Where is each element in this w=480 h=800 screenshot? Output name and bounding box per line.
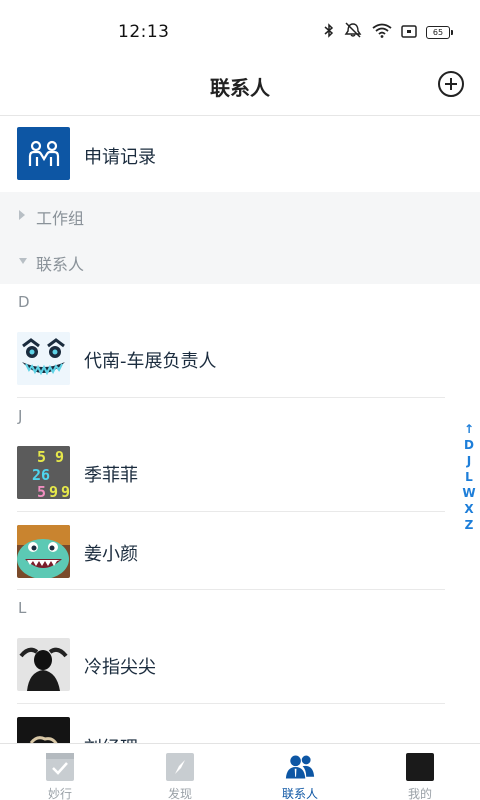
group-label: 联系人 <box>36 255 85 274</box>
contact-name: 季菲菲 <box>84 465 138 486</box>
triangle-down-icon <box>19 258 27 264</box>
status-icons: 65 <box>324 22 453 42</box>
contact-name: 代南-车展负责人 <box>84 351 217 372</box>
tab-label: 我的 <box>407 787 432 800</box>
tab-discover[interactable]: 发现 <box>120 744 240 800</box>
status-time: 12:13 <box>118 22 170 42</box>
avatar-glyph: 5 <box>37 483 46 499</box>
index-letter-z[interactable]: Z <box>465 517 474 533</box>
wifi-icon <box>372 23 392 42</box>
apply-record-item[interactable]: 申请记录 <box>0 118 480 192</box>
contact-item[interactable]: 代南-车展负责人 <box>0 318 445 398</box>
avatar-glyph: 9 <box>61 483 70 499</box>
tab-label: 妙行 <box>47 787 72 800</box>
avatar-glyph: 9 <box>49 483 58 499</box>
avatar-glyph: 5 <box>37 448 46 466</box>
header: 联系人 <box>0 62 480 116</box>
index-letter-d[interactable]: D <box>464 437 474 453</box>
avatar <box>17 638 70 691</box>
bluetooth-icon <box>324 22 334 42</box>
tab-miaoxing[interactable]: 妙行 <box>0 744 120 800</box>
contact-name: 冷指尖尖 <box>84 657 156 678</box>
avatar-glyph: 9 <box>55 448 64 466</box>
tab-label: 联系人 <box>281 787 318 800</box>
divider <box>17 397 445 398</box>
avatar: 5 9 26 5 9 9 <box>17 446 70 499</box>
tab-label: 发现 <box>167 787 192 800</box>
contact-item[interactable]: 刘经理 <box>0 704 445 744</box>
contacts-icon <box>285 752 315 782</box>
add-contact-button[interactable] <box>437 70 465 98</box>
alphabet-index[interactable]: ↑ D J L W X Z <box>462 421 476 533</box>
tab-contacts[interactable]: 联系人 <box>240 744 360 800</box>
page-title: 联系人 <box>210 76 270 100</box>
compass-icon <box>165 752 195 782</box>
index-letter-l[interactable]: L <box>465 469 473 485</box>
contact-item[interactable]: 冷指尖尖 <box>0 624 445 704</box>
group-label: 工作组 <box>36 209 85 228</box>
mute-icon <box>343 22 363 42</box>
battery-icon: 65 <box>426 25 453 39</box>
triangle-right-icon <box>19 210 25 220</box>
section-letter-d: D <box>18 293 30 311</box>
group-work[interactable]: 工作组 <box>0 192 480 238</box>
section-letter-l: L <box>18 599 27 617</box>
apply-record-icon <box>17 127 70 180</box>
index-letter-x[interactable]: X <box>464 501 473 517</box>
plus-circle-icon <box>438 71 464 97</box>
section-letter-j: J <box>18 407 23 425</box>
avatar <box>17 717 70 744</box>
index-letter-w[interactable]: W <box>462 485 475 501</box>
profile-icon <box>405 752 435 782</box>
contact-item[interactable]: 5 9 26 5 9 9 季菲菲 <box>0 432 445 512</box>
avatar <box>17 332 70 385</box>
index-top-arrow[interactable]: ↑ <box>464 421 474 437</box>
contact-name: 姜小颜 <box>84 544 138 565</box>
group-contacts[interactable]: 联系人 <box>0 238 480 284</box>
apply-record-label: 申请记录 <box>84 147 156 168</box>
divider <box>17 589 445 590</box>
contact-item[interactable]: 姜小颜 <box>0 512 445 590</box>
tab-mine[interactable]: 我的 <box>360 744 480 800</box>
avatar-glyph: 26 <box>32 466 50 484</box>
status-bar: 12:13 65 <box>0 0 480 62</box>
index-letter-j[interactable]: J <box>467 453 471 469</box>
bottom-tab-bar: 妙行 发现 联系人 我的 <box>0 743 480 800</box>
avatar <box>17 525 70 578</box>
group-section: 工作组 联系人 <box>0 192 480 284</box>
check-icon <box>45 752 75 782</box>
sim-icon <box>401 23 417 42</box>
